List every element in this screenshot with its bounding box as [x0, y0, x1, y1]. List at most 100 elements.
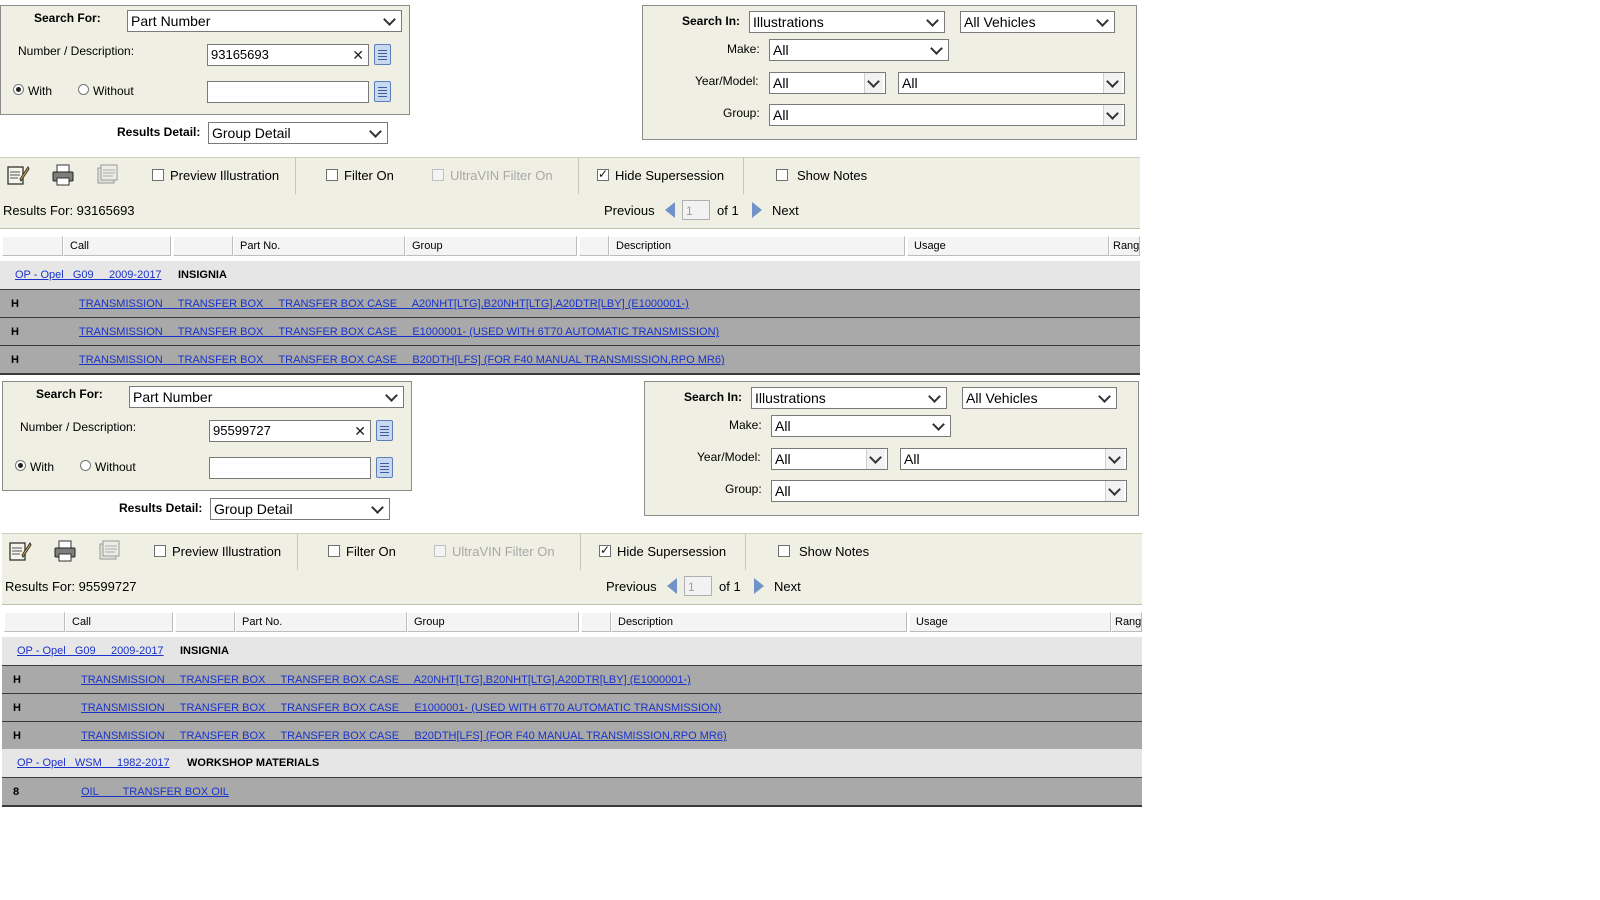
toolbar: Preview Illustration Filter On UltraVIN …: [0, 157, 1140, 195]
number-input[interactable]: 93165693 ✕: [207, 44, 369, 66]
part-description-link[interactable]: TRANSMISSION TRANSFER BOX TRANSFER BOX C…: [79, 318, 719, 346]
chevron-down-icon: [1105, 481, 1124, 501]
without-input[interactable]: [209, 457, 371, 479]
column-header-group[interactable]: Group: [407, 612, 579, 632]
column-header-call[interactable]: Call: [65, 612, 173, 632]
parts-list-icon[interactable]: [97, 539, 121, 563]
make-select[interactable]: All: [771, 415, 951, 437]
hide-supersession-checkbox[interactable]: [599, 543, 611, 557]
part-description-link[interactable]: TRANSMISSION TRANSFER BOX TRANSFER BOX C…: [81, 694, 721, 722]
with-radio[interactable]: [15, 460, 26, 471]
column-header-part-no[interactable]: Part No.: [233, 236, 405, 256]
lookup-list-icon[interactable]: [376, 457, 393, 478]
part-description-link[interactable]: TRANSMISSION TRANSFER BOX TRANSFER BOX C…: [79, 346, 725, 374]
column-header-description[interactable]: Description: [611, 612, 907, 632]
column-header-range[interactable]: Rang: [1111, 612, 1142, 632]
preview-illustration-checkbox[interactable]: [154, 545, 166, 557]
group-link[interactable]: OP - Opel G09 2009-2017: [17, 637, 164, 665]
group-link[interactable]: OP - Opel WSM 1982-2017: [17, 749, 170, 777]
column-header-part-no[interactable]: Part No.: [235, 612, 407, 632]
part-description-link[interactable]: TRANSMISSION TRANSFER BOX TRANSFER BOX C…: [81, 722, 727, 750]
search-for-select[interactable]: Part Number: [129, 386, 404, 408]
part-description-link[interactable]: OIL TRANSFER BOX OIL: [81, 778, 229, 806]
next-link[interactable]: Next: [774, 579, 801, 594]
vehicles-value: All Vehicles: [964, 14, 1036, 30]
clear-icon[interactable]: ✕: [352, 45, 364, 65]
lookup-list-icon[interactable]: [374, 81, 391, 102]
results-detail-select[interactable]: Group Detail: [208, 122, 388, 144]
search-in-select[interactable]: Illustrations: [749, 11, 945, 33]
make-select[interactable]: All: [769, 39, 949, 61]
next-arrow-icon[interactable]: [754, 578, 764, 594]
search-in-value: Illustrations: [753, 14, 824, 30]
call-code: 8: [13, 786, 20, 798]
next-arrow-icon[interactable]: [752, 202, 762, 218]
group-value: All: [775, 483, 791, 499]
group-select[interactable]: All: [771, 480, 1127, 502]
lookup-list-icon[interactable]: [376, 420, 393, 441]
column-header-blank[interactable]: [175, 612, 235, 632]
next-link[interactable]: Next: [772, 203, 799, 218]
search-in-value: Illustrations: [755, 390, 826, 406]
previous-arrow-icon[interactable]: [665, 202, 675, 218]
number-input[interactable]: 95599727 ✕: [209, 420, 371, 442]
parts-list-icon[interactable]: [95, 163, 119, 187]
group-select[interactable]: All: [769, 104, 1125, 126]
column-header-group[interactable]: Group: [405, 236, 577, 256]
column-header-blank[interactable]: [4, 612, 65, 632]
group-link[interactable]: OP - Opel G09 2009-2017: [15, 261, 162, 289]
column-header-usage[interactable]: Usage: [907, 236, 1109, 256]
results-for-label: Results For: 93165693: [3, 203, 135, 218]
model-select[interactable]: All: [898, 72, 1125, 94]
chevron-down-icon: [866, 449, 885, 469]
previous-link[interactable]: Previous: [604, 203, 655, 218]
part-description-link[interactable]: TRANSMISSION TRANSFER BOX TRANSFER BOX C…: [79, 290, 689, 318]
results-table-header: Call Part No. Group Description Usage Ra…: [2, 610, 1142, 634]
vehicles-select[interactable]: All Vehicles: [960, 11, 1115, 33]
search-in-select[interactable]: Illustrations: [751, 387, 947, 409]
year-model-label: Year/Model:: [695, 74, 759, 88]
column-header-blank[interactable]: [173, 236, 233, 256]
previous-arrow-icon[interactable]: [667, 578, 677, 594]
page-number-input[interactable]: 1: [682, 200, 710, 220]
lookup-list-icon[interactable]: [374, 44, 391, 65]
model-select[interactable]: All: [900, 448, 1127, 470]
filter-on-checkbox[interactable]: [326, 169, 338, 181]
without-radio[interactable]: [80, 460, 91, 471]
search-for-select[interactable]: Part Number: [127, 10, 402, 32]
year-model-label: Year/Model:: [697, 450, 761, 464]
group-name: INSIGNIA: [178, 269, 227, 281]
column-header-usage[interactable]: Usage: [909, 612, 1111, 632]
with-radio[interactable]: [13, 84, 24, 95]
without-input[interactable]: [207, 81, 369, 103]
filter-on-checkbox[interactable]: [328, 545, 340, 557]
show-notes-checkbox[interactable]: [776, 169, 788, 181]
page-of-label: of 1: [717, 203, 739, 218]
column-header-call[interactable]: Call: [63, 236, 171, 256]
results-detail-select[interactable]: Group Detail: [210, 498, 390, 520]
page-number-input[interactable]: 1: [684, 576, 712, 596]
column-header-blank[interactable]: [581, 612, 611, 632]
vehicles-select[interactable]: All Vehicles: [962, 387, 1117, 409]
year-select[interactable]: All: [771, 448, 888, 470]
part-description-link[interactable]: TRANSMISSION TRANSFER BOX TRANSFER BOX C…: [81, 666, 691, 694]
column-header-description[interactable]: Description: [609, 236, 905, 256]
print-icon[interactable]: [53, 539, 77, 563]
previous-link[interactable]: Previous: [606, 579, 657, 594]
show-notes-checkbox[interactable]: [778, 545, 790, 557]
column-header-blank[interactable]: [2, 236, 63, 256]
print-icon[interactable]: [51, 163, 75, 187]
year-select[interactable]: All: [769, 72, 886, 94]
hide-supersession-checkbox[interactable]: [597, 167, 609, 181]
number-description-label: Number / Description:: [18, 44, 135, 58]
column-header-range[interactable]: Rang: [1109, 236, 1140, 256]
search-in-box: Search In: Illustrations All Vehicles Ma…: [644, 381, 1139, 516]
chevron-down-icon: [367, 123, 385, 143]
clear-icon[interactable]: ✕: [354, 421, 366, 441]
edit-notes-icon[interactable]: [8, 539, 32, 563]
edit-notes-icon[interactable]: [6, 163, 30, 187]
chevron-down-icon: [864, 73, 883, 93]
without-radio[interactable]: [78, 84, 89, 95]
preview-illustration-checkbox[interactable]: [152, 169, 164, 181]
column-header-blank[interactable]: [579, 236, 609, 256]
